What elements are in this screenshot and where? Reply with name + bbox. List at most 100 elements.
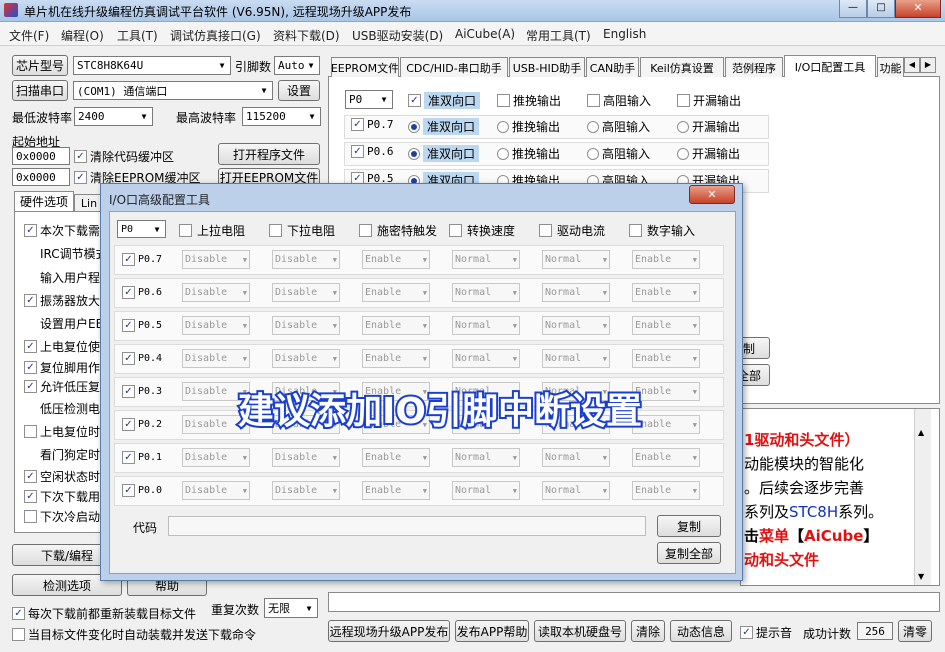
dialog-option-select[interactable]: Enable ▼ <box>362 316 430 335</box>
dialog-option-select[interactable]: Normal ▼ <box>452 349 520 368</box>
tab-io-config[interactable]: I/O口配置工具 <box>784 55 876 77</box>
remote-upgrade-button[interactable]: 远程现场升级APP发布 <box>328 620 450 642</box>
scroll-up-icon[interactable]: ▲ <box>918 428 924 437</box>
maximize-button[interactable]: □ <box>867 0 895 18</box>
tab-cdc-hid-serial[interactable]: CDC/HID-串口助手 <box>400 57 508 77</box>
io-mode-radio[interactable]: 推挽输出 <box>497 118 560 135</box>
dialog-pin-checkbox[interactable]: ✓ P0.3 <box>122 385 162 398</box>
dialog-pin-checkbox[interactable]: ✓ P0.5 <box>122 319 162 332</box>
dialog-copy-button[interactable]: 复制 <box>657 515 721 537</box>
minimize-button[interactable]: — <box>839 0 867 18</box>
dialog-port-select[interactable]: P0 ▼ <box>117 220 166 238</box>
hw-option-item[interactable]: ✓ 下次下载用 <box>24 488 102 505</box>
eeprom-address-input[interactable]: 0x0000 <box>12 168 70 186</box>
io-mode-radio[interactable]: 开漏输出 <box>677 118 740 135</box>
dialog-pin-checkbox[interactable]: ✓ P0.2 <box>122 418 162 431</box>
reload-each-checkbox[interactable]: ✓ 每次下载前都重新装载目标文件 <box>12 605 196 622</box>
dialog-option-select[interactable]: Normal ▼ <box>542 349 610 368</box>
tab-functions[interactable]: 功能 <box>877 57 904 77</box>
menu-file[interactable]: 文件(F) <box>9 27 49 44</box>
tab-examples[interactable]: 范例程序 <box>725 57 783 77</box>
dialog-option-select[interactable]: Disable ▼ <box>272 283 340 302</box>
menu-downloads[interactable]: 资料下载(D) <box>273 27 340 44</box>
tab-scroll-right-icon[interactable]: ▶ <box>920 57 936 73</box>
dialog-option-select[interactable]: Enable ▼ <box>632 250 700 269</box>
dialog-pin-checkbox[interactable]: ✓ P0.1 <box>122 451 162 464</box>
publish-app-help-button[interactable]: 发布APP帮助 <box>455 620 529 642</box>
hw-option-item[interactable]: ✓ 本次下载需 <box>24 222 102 239</box>
dialog-close-button[interactable]: ✕ <box>689 185 735 204</box>
menu-tools[interactable]: 工具(T) <box>117 27 158 44</box>
close-button[interactable]: ✕ <box>895 0 941 18</box>
menu-program[interactable]: 编程(O) <box>61 27 104 44</box>
io-pin-checkbox[interactable]: ✓ P0.6 <box>351 145 394 158</box>
hw-option-item[interactable]: ✓ 复位脚用作 <box>24 359 102 376</box>
header-mode-opendrain-checkbox[interactable]: 开漏输出 <box>677 92 741 109</box>
io-mode-radio[interactable]: 高阻输入 <box>587 145 650 162</box>
tab-keil-sim[interactable]: Keil仿真设置 <box>640 57 724 77</box>
dialog-copy-all-button[interactable]: 复制全部 <box>657 542 721 564</box>
hw-option-item[interactable]: 上电复位时 <box>24 423 102 440</box>
repeat-count-select[interactable]: 无限 ▼ <box>264 598 318 618</box>
dialog-option-select[interactable]: Disable ▼ <box>182 349 250 368</box>
header-mode-pushpull-checkbox[interactable]: 推挽输出 <box>497 92 561 109</box>
io-mode-radio[interactable]: 开漏输出 <box>677 145 740 162</box>
dialog-option-select[interactable]: Enable ▼ <box>362 283 430 302</box>
dialog-option-select[interactable]: Normal ▼ <box>542 316 610 335</box>
header-mode-bidir-checkbox[interactable]: ✓ 准双向口 <box>408 92 481 109</box>
dialog-option-select[interactable]: Enable ▼ <box>362 481 430 500</box>
max-baud-select[interactable]: 115200 ▼ <box>242 107 321 126</box>
menu-common-tools[interactable]: 常用工具(T) <box>526 27 591 44</box>
io-mode-radio[interactable]: 准双向口 <box>408 118 480 135</box>
clear-code-checkbox[interactable]: ✓ 清除代码缓冲区 <box>74 148 174 165</box>
dialog-pin-checkbox[interactable]: ✓ P0.0 <box>122 484 162 497</box>
scroll-down-icon[interactable]: ▼ <box>918 572 924 581</box>
dialog-option-select[interactable]: Normal ▼ <box>542 250 610 269</box>
clear-button[interactable]: 清除 <box>631 620 665 642</box>
auto-send-checkbox[interactable]: 当目标文件变化时自动装载并发送下载命令 <box>12 626 256 643</box>
io-mode-radio[interactable]: 推挽输出 <box>497 145 560 162</box>
dialog-option-select[interactable]: Normal ▼ <box>452 448 520 467</box>
read-disk-id-button[interactable]: 读取本机硬盘号 <box>534 620 626 642</box>
hw-option-item[interactable]: ✓ 允许低压复 <box>24 378 102 395</box>
dialog-option-select[interactable]: Enable ▼ <box>632 283 700 302</box>
dialog-option-select[interactable]: Normal ▼ <box>452 481 520 500</box>
dialog-option-select[interactable]: Enable ▼ <box>362 349 430 368</box>
dialog-option-select[interactable]: Normal ▼ <box>452 316 520 335</box>
min-baud-select[interactable]: 2400 ▼ <box>74 107 153 126</box>
menu-aicube[interactable]: AiCube(A) <box>455 27 515 41</box>
dialog-pin-checkbox[interactable]: ✓ P0.7 <box>122 253 162 266</box>
hw-option-item[interactable]: ✓ 上电复位使 <box>24 338 102 355</box>
dialog-option-select[interactable]: Disable ▼ <box>182 283 250 302</box>
dialog-option-select[interactable]: Enable ▼ <box>632 316 700 335</box>
dialog-header-checkbox[interactable]: 上拉电阻 <box>179 222 245 239</box>
code-address-input[interactable]: 0x0000 <box>12 147 70 165</box>
chip-model-button[interactable]: 芯片型号 <box>12 55 68 76</box>
chip-model-select[interactable]: STC8H8K64U ▼ <box>73 56 231 75</box>
hw-options-tab[interactable]: 硬件选项 <box>14 191 74 211</box>
dialog-option-select[interactable]: Disable ▼ <box>272 481 340 500</box>
dialog-header-checkbox[interactable]: 下拉电阻 <box>269 222 335 239</box>
beep-checkbox[interactable]: ✓ 提示音 <box>740 624 792 641</box>
hw-option-item[interactable]: ✓ 空闲状态时 <box>24 468 102 485</box>
hw-option-item[interactable]: ✓ 振荡器放大 <box>24 292 102 309</box>
tab-can[interactable]: CAN助手 <box>586 57 639 77</box>
port-select[interactable]: (COM1) 通信端口 ▼ <box>73 81 273 100</box>
dialog-header-checkbox[interactable]: 数字输入 <box>629 222 695 239</box>
dialog-option-select[interactable]: Disable ▼ <box>182 316 250 335</box>
dialog-option-select[interactable]: Disable ▼ <box>272 250 340 269</box>
dialog-option-select[interactable]: Disable ▼ <box>272 316 340 335</box>
dialog-option-select[interactable]: Normal ▼ <box>452 283 520 302</box>
dialog-pin-checkbox[interactable]: ✓ P0.4 <box>122 352 162 365</box>
dialog-option-select[interactable]: Disable ▼ <box>182 448 250 467</box>
dialog-option-select[interactable]: Normal ▼ <box>542 481 610 500</box>
settings-button[interactable]: 设置 <box>278 80 320 101</box>
dialog-option-select[interactable]: Enable ▼ <box>632 448 700 467</box>
io-mode-radio[interactable]: 准双向口 <box>408 145 480 162</box>
dialog-pin-checkbox[interactable]: ✓ P0.6 <box>122 286 162 299</box>
pins-select[interactable]: Auto ▼ <box>274 56 320 75</box>
dialog-option-select[interactable]: Normal ▼ <box>542 448 610 467</box>
dialog-option-select[interactable]: Disable ▼ <box>182 250 250 269</box>
dialog-header-checkbox[interactable]: 转换速度 <box>449 222 515 239</box>
hw-option-item[interactable]: 下次冷启动 <box>24 508 102 525</box>
